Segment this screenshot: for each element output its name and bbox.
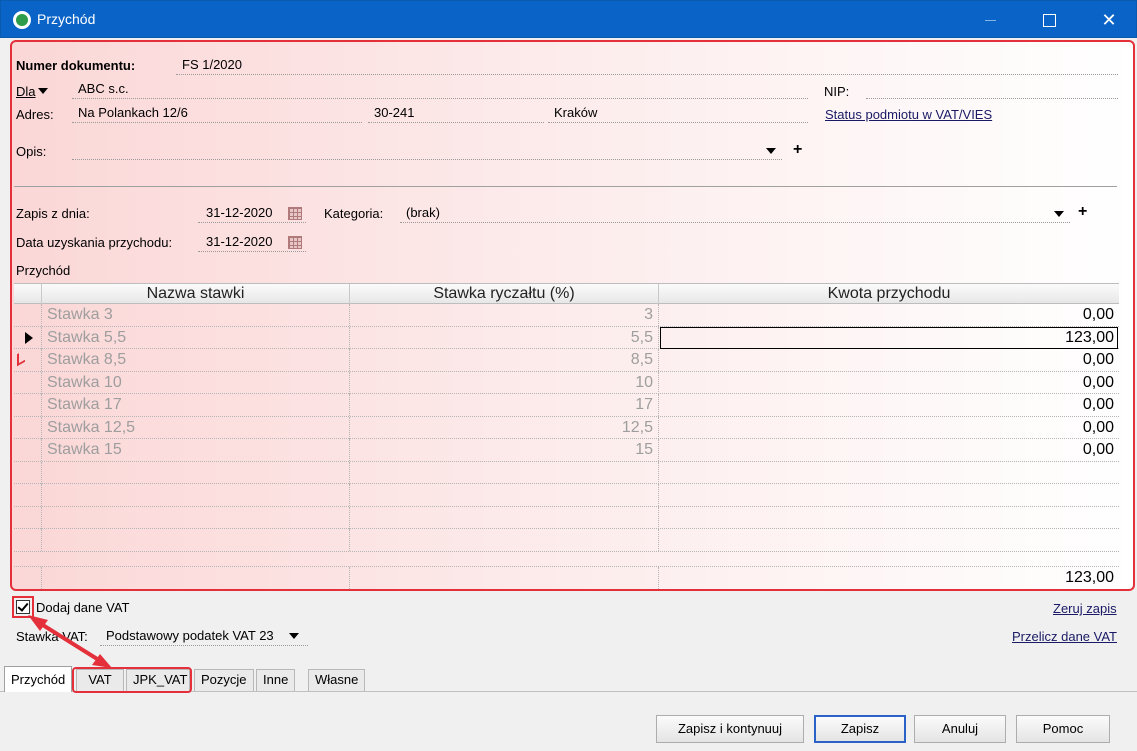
tab-przychod[interactable]: Przychód [4,666,73,692]
annotation-arrow [28,615,112,668]
tab-wlasne[interactable]: Własne [308,669,366,691]
help-button[interactable]: Pomoc [1016,715,1110,743]
save-continue-button[interactable]: Zapisz i kontynuuj [656,715,804,743]
save-button[interactable]: Zapisz [814,715,906,743]
cancel-button[interactable]: Anuluj [914,715,1006,743]
tab-highlight [72,667,192,693]
tab-pozycje[interactable]: Pozycje [194,669,254,691]
tab-inne[interactable]: Inne [256,669,296,691]
